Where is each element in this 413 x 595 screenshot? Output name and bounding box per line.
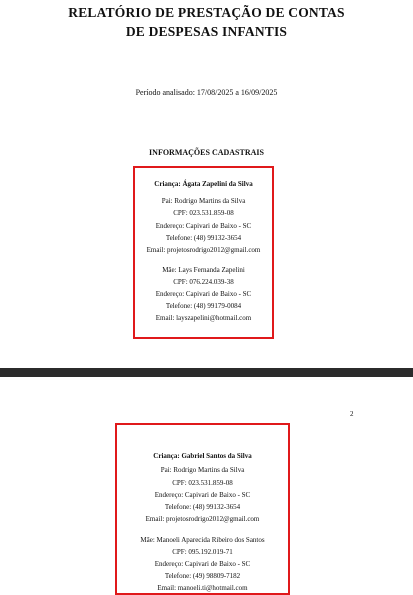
father-cpf: CPF: 023.531.859-08 (172, 479, 233, 487)
father-email: Email: projetosrodrigo2012@gmail.com (145, 515, 260, 523)
mother-phone: Telefone: (48) 99179-0084 (165, 302, 242, 310)
father-cpf: CPF: 023.531.859-08 (173, 209, 234, 217)
mother-name: Mãe: Lays Fernanda Zapelini (162, 266, 245, 274)
child-name: Criança: Ágata Zapelini da Silva (154, 180, 253, 188)
report-title-line-1: RELATÓRIO DE PRESTAÇÃO DE CONTAS (68, 5, 345, 20)
father-name: Pai: Rodrigo Martins da Silva (160, 466, 245, 474)
mother-address: Endereço: Capivari de Baixo - SC (154, 560, 251, 568)
page-separator (0, 368, 413, 377)
child-info-box-1: Criança: Ágata Zapelini da Silva Pai: Ro… (133, 166, 274, 339)
child-info-box-2: Criança: Gabriel Santos da Silva Pai: Ro… (115, 423, 290, 595)
section-title-registration-info: INFORMAÇÕES CADASTRAIS (149, 148, 264, 157)
mother-address: Endereço: Capivari de Baixo - SC (155, 290, 252, 298)
period-analyzed: Período analisado: 17/08/2025 a 16/09/20… (135, 88, 278, 97)
mother-cpf: CPF: 076.224.039-38 (173, 278, 234, 286)
child-name: Criança: Gabriel Santos da Silva (153, 452, 252, 460)
father-address: Endereço: Capivari de Baixo - SC (154, 491, 251, 499)
father-name: Pai: Rodrigo Martins da Silva (161, 197, 246, 205)
mother-email: Email: layszapelini@hotmail.com (155, 314, 252, 322)
mother-cpf: CPF: 095.192.019-71 (172, 548, 233, 556)
document-page-1: RELATÓRIO DE PRESTAÇÃO DE CONTAS DE DESP… (0, 0, 413, 368)
mother-email: Email: manoeli.ti@hotmail.com (157, 584, 248, 592)
father-phone: Telefone: (48) 99132-3654 (165, 234, 242, 242)
mother-name: Mãe: Manoeli Aparecida Ribeiro dos Santo… (140, 536, 265, 544)
father-address: Endereço: Capivari de Baixo - SC (155, 222, 252, 230)
page-number: 2 (350, 410, 354, 418)
father-phone: Telefone: (48) 99132-3654 (164, 503, 241, 511)
father-email: Email: projetosrodrigo2012@gmail.com (146, 246, 261, 254)
mother-phone: Telefone: (49) 98809-7182 (164, 572, 241, 580)
report-title-line-2: DE DESPESAS INFANTIS (125, 24, 288, 39)
